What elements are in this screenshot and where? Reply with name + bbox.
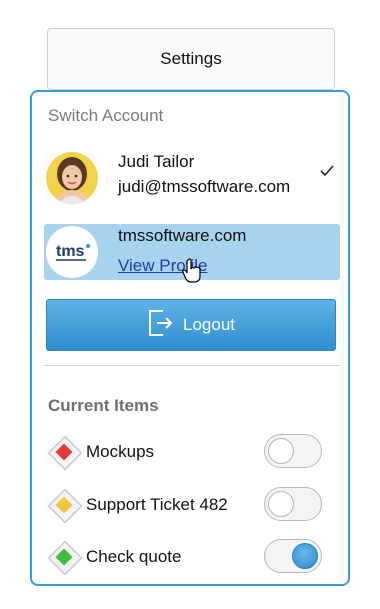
hand-cursor-icon (181, 258, 203, 284)
item-label: Check quote (86, 547, 182, 566)
logout-button[interactable]: Logout (46, 299, 336, 351)
current-items-title: Current Items (48, 396, 159, 415)
item-label: Mockups (86, 442, 155, 461)
toggle-switch[interactable] (264, 487, 322, 521)
checkmark-icon (320, 164, 334, 181)
settings-button-label: Settings (160, 49, 222, 68)
toggle-switch[interactable] (264, 434, 322, 468)
list-item-check-quote: Check quote (46, 537, 336, 577)
svg-text:tms: tms (56, 243, 85, 260)
account-name: tmssoftware.com (118, 226, 247, 245)
switch-account-title: Switch Account (48, 106, 164, 125)
tms-logo: tms (46, 226, 98, 278)
account-panel: Switch Account Judi Tailor judi@tmssoftw… (30, 90, 350, 586)
logout-label: Logout (183, 315, 235, 334)
account-name: Judi Tailor (118, 152, 195, 171)
list-item-mockups: Mockups (46, 432, 336, 472)
diamond-icon (48, 436, 82, 470)
toggle-knob (268, 438, 294, 464)
logout-icon (147, 308, 175, 343)
toggle-switch[interactable] (264, 539, 322, 573)
list-item-support-ticket: Support Ticket 482 (46, 485, 336, 525)
diamond-icon (48, 541, 82, 575)
diamond-icon (48, 489, 82, 523)
toggle-knob (268, 491, 294, 517)
settings-button[interactable]: Settings (47, 28, 335, 90)
item-label: Support Ticket 482 (86, 495, 228, 514)
account-row-judi[interactable]: Judi Tailor judi@tmssoftware.com (44, 150, 340, 206)
avatar (46, 152, 98, 204)
divider (44, 365, 340, 366)
account-email: judi@tmssoftware.com (118, 177, 291, 196)
toggle-knob (292, 543, 318, 569)
